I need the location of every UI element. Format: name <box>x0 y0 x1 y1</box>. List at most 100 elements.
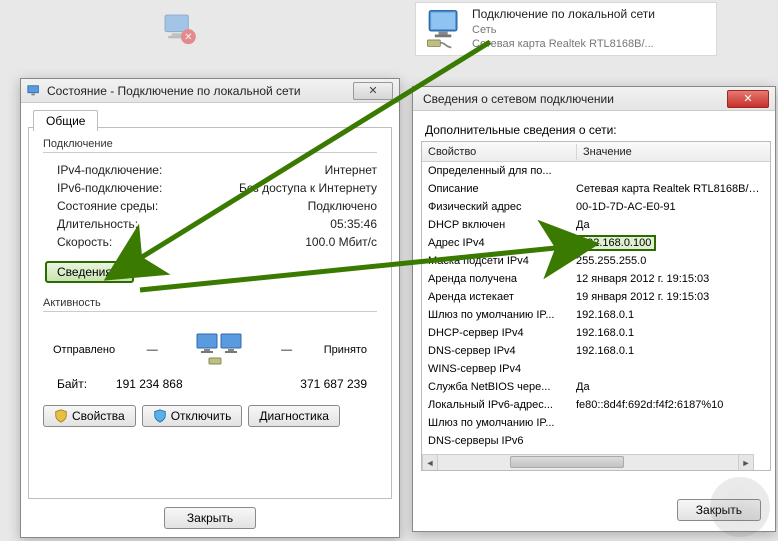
group-connection-label: Подключение <box>43 138 377 150</box>
prop-name: Определенный для по... <box>422 164 570 178</box>
close-icon: ✕ <box>368 84 377 97</box>
details-window: Сведения о сетевом подключении ✕ Дополни… <box>412 86 776 532</box>
property-row[interactable]: WINS-сервер IPv4 <box>422 360 770 378</box>
prop-name: WINS-сервер IPv4 <box>422 362 570 376</box>
close-button[interactable]: Закрыть <box>164 507 256 529</box>
connection-row: Состояние среды: Подключено <box>43 197 377 215</box>
dash: — <box>277 344 297 356</box>
property-row[interactable]: Аренда получена12 января 2012 г. 19:15:0… <box>422 270 770 288</box>
prop-name: DHCP включен <box>422 218 570 232</box>
disable-button[interactable]: Отключить <box>142 405 243 427</box>
group-activity-label: Активность <box>43 297 377 309</box>
row-value: Интернет <box>325 163 377 177</box>
property-row[interactable]: DHCP включенДа <box>422 216 770 234</box>
details-title-bar[interactable]: Сведения о сетевом подключении ✕ <box>413 87 775 111</box>
details-button[interactable]: Сведения... <box>45 261 134 283</box>
adapter-subtitle: Сеть <box>472 23 710 37</box>
close-label: Закрыть <box>187 511 233 525</box>
property-row[interactable]: Шлюз по умолчанию IP...192.168.0.1 <box>422 306 770 324</box>
status-title-bar[interactable]: Состояние - Подключение по локальной сет… <box>21 79 399 103</box>
prop-value <box>570 440 770 442</box>
network-adapter-tile[interactable]: Подключение по локальной сети Сеть Сетев… <box>415 2 717 56</box>
property-row[interactable]: Адрес IPv4192.168.0.100 <box>422 234 770 252</box>
bg-network-item: ✕ <box>160 5 380 55</box>
diagnostics-button[interactable]: Диагностика <box>248 405 340 427</box>
property-row[interactable]: Аренда истекает19 января 2012 г. 19:15:0… <box>422 288 770 306</box>
prop-name: DHCP-сервер IPv4 <box>422 326 570 340</box>
prop-name: Локальный IPv6-адрес... <box>422 398 570 412</box>
shield-icon <box>54 409 68 423</box>
recv-label: Принято <box>324 344 367 356</box>
prop-value: 192.168.0.1 <box>570 344 770 358</box>
prop-name: Шлюз по умолчанию IP... <box>422 416 570 430</box>
property-row[interactable]: DHCP-сервер IPv4192.168.0.1 <box>422 324 770 342</box>
scroll-left-icon[interactable]: ◄ <box>422 455 438 470</box>
close-icon: ✕ <box>743 92 752 105</box>
properties-button[interactable]: Свойства <box>43 405 136 427</box>
monitor-icon <box>27 84 41 98</box>
tab-general[interactable]: Общие <box>33 110 98 131</box>
status-window: Состояние - Подключение по локальной сет… <box>20 78 400 538</box>
head-value[interactable]: Значение <box>577 144 770 160</box>
watermark <box>710 477 770 537</box>
property-row[interactable]: DNS-сервер IPv4192.168.0.1 <box>422 342 770 360</box>
connection-row: Длительность: 05:35:46 <box>43 215 377 233</box>
property-row[interactable]: Служба NetBIOS чере...Да <box>422 378 770 396</box>
prop-value: 12 января 2012 г. 19:15:03 <box>570 272 770 286</box>
prop-value: fe80::8d4f:692d:f4f2:6187%10 <box>570 398 770 412</box>
svg-text:✕: ✕ <box>184 32 192 43</box>
row-value: 05:35:46 <box>330 217 377 231</box>
monitor-cable-icon <box>422 7 466 51</box>
sent-bytes: 191 234 868 <box>116 377 183 391</box>
row-value: Подключено <box>308 199 377 213</box>
prop-value: 192.168.0.100 <box>570 234 770 252</box>
row-key: IPv4-подключение: <box>57 163 162 177</box>
prop-value: 19 января 2012 г. 19:15:03 <box>570 290 770 304</box>
row-key: Скорость: <box>57 235 112 249</box>
close-button[interactable]: ✕ <box>353 82 393 100</box>
prop-value <box>570 422 770 424</box>
recv-bytes: 371 687 239 <box>300 377 367 391</box>
property-row[interactable]: Физический адрес00-1D-7D-AC-E0-91 <box>422 198 770 216</box>
scroll-thumb[interactable] <box>510 456 624 468</box>
prop-value: Да <box>570 218 770 232</box>
head-property[interactable]: Свойство <box>422 144 577 160</box>
row-key: Длительность: <box>57 217 138 231</box>
row-key: Состояние среды: <box>57 199 158 213</box>
property-row[interactable]: ОписаниеСетевая карта Realtek RTL8168B/8… <box>422 180 770 198</box>
horizontal-scrollbar[interactable]: ◄ ► <box>422 454 754 470</box>
prop-name: Служба NetBIOS чере... <box>422 380 570 394</box>
connection-row: IPv6-подключение: Без доступа к Интернету <box>43 179 377 197</box>
row-value: 100.0 Мбит/с <box>305 235 377 249</box>
disable-label: Отключить <box>171 409 232 423</box>
property-row[interactable]: Определенный для по... <box>422 162 770 180</box>
adapter-card: Сетевая карта Realtek RTL8168B/... <box>472 37 710 51</box>
adapter-title: Подключение по локальной сети <box>472 7 710 23</box>
details-title: Сведения о сетевом подключении <box>419 92 723 106</box>
prop-value: 192.168.0.1 <box>570 308 770 322</box>
prop-value <box>570 170 770 172</box>
prop-name: Адрес IPv4 <box>422 236 570 250</box>
bytes-label: Байт: <box>57 377 87 391</box>
property-row[interactable]: Шлюз по умолчанию IP... <box>422 414 770 432</box>
prop-value: 255.255.255.0 <box>570 254 770 268</box>
prop-value: 192.168.0.1 <box>570 326 770 340</box>
row-key: IPv6-подключение: <box>57 181 162 195</box>
row-value: Без доступа к Интернету <box>239 181 377 195</box>
sent-label: Отправлено <box>53 344 115 356</box>
diagnostics-label: Диагностика <box>259 409 329 423</box>
property-row[interactable]: DNS-серверы IPv6 <box>422 432 770 450</box>
connection-row: Скорость: 100.0 Мбит/с <box>43 233 377 251</box>
property-row[interactable]: Локальный IPv6-адрес...fe80::8d4f:692d:f… <box>422 396 770 414</box>
prop-value: Да <box>570 380 770 394</box>
close-button[interactable]: ✕ <box>727 90 769 108</box>
prop-name: Описание <box>422 182 570 196</box>
connection-row: IPv4-подключение: Интернет <box>43 161 377 179</box>
prop-value <box>570 368 770 370</box>
property-row[interactable]: Маска подсети IPv4255.255.255.0 <box>422 252 770 270</box>
separator <box>43 311 377 312</box>
details-subtitle: Дополнительные сведения о сети: <box>425 123 771 137</box>
properties-label: Свойства <box>72 409 125 423</box>
scroll-right-icon[interactable]: ► <box>738 455 754 470</box>
property-rows[interactable]: Определенный для по... ОписаниеСетевая ка… <box>422 162 770 470</box>
